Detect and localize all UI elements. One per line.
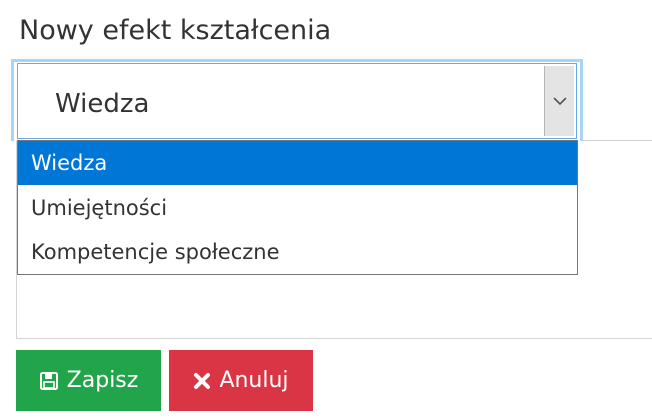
save-button-label: Zapisz	[66, 368, 139, 393]
page-title: Nowy efekt kształcenia	[19, 15, 332, 46]
option-umiejetnosci[interactable]: Umiejętności	[18, 186, 577, 230]
option-wiedza[interactable]: Wiedza	[18, 141, 577, 185]
x-icon	[193, 372, 211, 390]
cancel-button[interactable]: Anuluj	[169, 350, 313, 411]
cancel-button-label: Anuluj	[219, 368, 289, 393]
save-button[interactable]: Zapisz	[16, 350, 161, 411]
select-dropdown-list: Wiedza Umiejętności Kompetencje społeczn…	[17, 140, 578, 275]
chevron-down-icon[interactable]	[544, 66, 574, 136]
select-value: Wiedza	[55, 89, 150, 119]
category-select[interactable]: Wiedza	[17, 63, 577, 139]
option-kompetencje-spoleczne[interactable]: Kompetencje społeczne	[18, 230, 577, 274]
floppy-disk-icon	[39, 371, 59, 391]
